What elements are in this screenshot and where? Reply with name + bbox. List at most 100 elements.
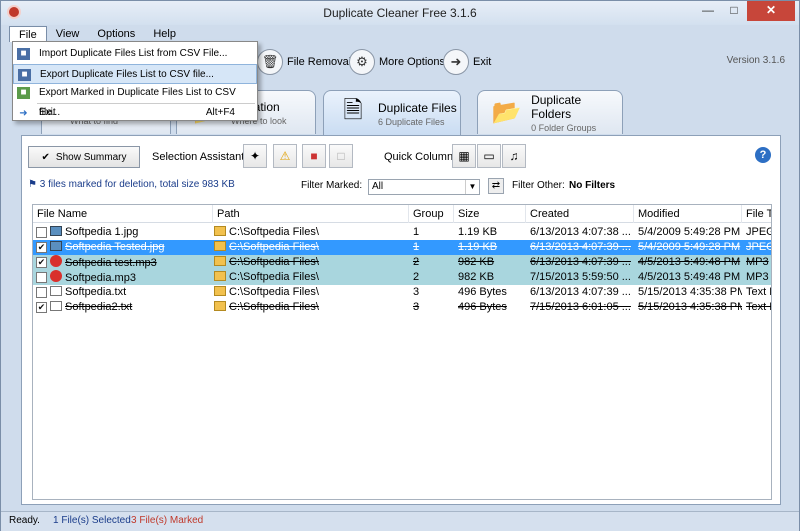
grid-columns-button[interactable]: ▦	[452, 144, 476, 168]
exit-icon: ➜	[19, 108, 28, 119]
column-size[interactable]: Size	[454, 205, 526, 223]
row-checkbox[interactable]	[36, 272, 47, 283]
image-file-icon	[50, 241, 62, 251]
magic-wand-button[interactable]: ✦	[243, 144, 267, 168]
maximize-button[interactable]: □	[721, 1, 747, 21]
save-selection-button[interactable]: □	[329, 144, 353, 168]
duplicate-files-panel: ✔ Show Summary Selection Assistant ✦ ⚠ ■…	[21, 135, 781, 505]
minimize-button[interactable]: —	[695, 1, 721, 21]
grid-header: File Name Path Group Size Created Modifi…	[33, 205, 771, 223]
magic-wand-icon: ✦	[249, 149, 261, 163]
duplicate-files-grid: File Name Path Group Size Created Modifi…	[32, 204, 772, 500]
marked-info: ⚑ 3 files marked for deletion, total siz…	[28, 179, 235, 190]
tab-duplicate-files[interactable]: 🗎 Duplicate Files 6 Duplicate Files	[323, 90, 461, 136]
column-file-name[interactable]: File Name	[33, 205, 213, 223]
row-checkbox[interactable]: ✔	[36, 257, 47, 268]
chevron-down-icon: ▼	[465, 180, 479, 194]
menu-bar: File View Options Help	[9, 26, 185, 42]
column-modified[interactable]: Modified	[634, 205, 742, 223]
warning-button[interactable]: ⚠	[273, 144, 297, 168]
flag-icon: ⚑	[28, 179, 40, 190]
app-window: Duplicate Cleaner Free 3.1.6 — □ ✕ File …	[0, 0, 800, 531]
table-row[interactable]: Softpedia.mp3 C:\Softpedia Files\ 2 982 …	[33, 270, 771, 285]
row-checkbox[interactable]: ✔	[36, 302, 47, 313]
filter-other-value: No Filters	[569, 180, 616, 191]
folder-icon	[214, 226, 226, 236]
export-marked-icon: ■	[17, 87, 30, 99]
music-columns-button[interactable]: ♫	[502, 144, 526, 168]
exit-shortcut: Alt+F4	[205, 107, 235, 118]
folders-icon: 📂	[491, 99, 522, 126]
menu-options[interactable]: Options	[88, 26, 144, 42]
warning-icon: ⚠	[279, 149, 291, 163]
audio-file-icon	[50, 255, 62, 267]
grid-icon: ▦	[458, 149, 470, 163]
column-created[interactable]: Created	[526, 205, 634, 223]
column-file-type[interactable]: File T	[742, 205, 771, 223]
folder-icon	[214, 286, 226, 296]
column-group[interactable]: Group	[409, 205, 454, 223]
mark-button[interactable]: ■	[302, 144, 326, 168]
import-csv-menu-item[interactable]: ■ Import Duplicate Files List from CSV F…	[13, 44, 257, 64]
swap-filter-button[interactable]: ⇄	[488, 178, 504, 194]
swap-icon: ⇄	[491, 180, 501, 191]
window-columns-button[interactable]: ▭	[477, 144, 501, 168]
tab-duplicate-folders[interactable]: 📂 Duplicate Folders 0 Folder Groups	[477, 90, 623, 134]
app-icon	[7, 5, 21, 19]
status-selected: 1 File(s) Selected	[53, 515, 131, 526]
exit-menu-item[interactable]: ➜ Exit Alt+F4	[13, 104, 257, 121]
folder-icon	[214, 301, 226, 311]
filter-marked-label: Filter Marked:	[301, 180, 363, 191]
table-row[interactable]: Softpedia.txt C:\Softpedia Files\ 3 496 …	[33, 285, 771, 300]
text-file-icon	[50, 301, 62, 311]
menu-help[interactable]: Help	[144, 26, 185, 42]
folder-icon	[214, 256, 226, 266]
disk-icon: ■	[17, 48, 30, 60]
window-title: Duplicate Cleaner Free 3.1.6	[323, 6, 477, 20]
table-row[interactable]: ✔ Softpedia2.txt C:\Softpedia Files\ 3 4…	[33, 300, 771, 315]
folder-icon	[214, 241, 226, 251]
export-csv-menu-item[interactable]: ■ Export Duplicate Files List to CSV fil…	[13, 64, 257, 84]
row-checkbox[interactable]	[36, 227, 47, 238]
text-file-icon	[50, 286, 62, 296]
mark-icon: ■	[310, 149, 318, 163]
flag-icon: ✔	[41, 151, 50, 163]
help-button[interactable]: ?	[755, 147, 771, 163]
export-marked-csv-menu-item[interactable]: ■ Export Marked in Duplicate Files List …	[13, 83, 257, 118]
audio-file-icon	[50, 270, 62, 282]
table-row[interactable]: ✔ Softpedia Tested.jpg C:\Softpedia File…	[33, 240, 771, 255]
selection-assistant-label: Selection Assistant	[152, 151, 245, 163]
column-path[interactable]: Path	[213, 205, 409, 223]
image-file-icon	[50, 226, 62, 236]
folder-icon	[214, 271, 226, 281]
window-icon: ▭	[483, 149, 495, 163]
help-icon: ?	[759, 149, 767, 161]
duplicate-files-icon: 🗎	[343, 97, 363, 124]
status-bar: Ready. 1 File(s) Selected 3 File(s) Mark…	[1, 511, 799, 531]
row-checkbox[interactable]	[36, 287, 47, 298]
version-label: Version 3.1.6	[726, 55, 785, 66]
file-removal-button[interactable]: 🗑 File Removal...	[257, 47, 360, 77]
menu-view[interactable]: View	[47, 26, 89, 42]
menu-file[interactable]: File	[9, 26, 47, 42]
disk-icon: ■	[18, 69, 31, 81]
disk-icon: □	[337, 149, 345, 163]
row-checkbox[interactable]: ✔	[36, 242, 47, 253]
music-note-icon: ♫	[509, 149, 519, 163]
close-button[interactable]: ✕	[747, 1, 795, 21]
filter-marked-select[interactable]: All ▼	[368, 179, 480, 195]
status-ready: Ready.	[9, 515, 40, 526]
file-menu-dropdown: ■ Import Duplicate Files List from CSV F…	[12, 41, 258, 121]
more-options-button[interactable]: ⚙ More Options...	[349, 47, 454, 77]
table-row[interactable]: Softpedia 1.jpg C:\Softpedia Files\ 1 1.…	[33, 225, 771, 240]
quick-columns-label: Quick Columns	[384, 151, 459, 163]
title-bar: Duplicate Cleaner Free 3.1.6 — □ ✕	[1, 1, 799, 25]
status-marked: 3 File(s) Marked	[131, 515, 204, 526]
table-row[interactable]: ✔ Softpedia test.mp3 C:\Softpedia Files\…	[33, 255, 771, 270]
show-summary-button[interactable]: ✔ Show Summary	[28, 146, 140, 168]
gear-icon: ⚙	[349, 49, 375, 75]
exit-button[interactable]: ➜ Exit	[443, 47, 491, 77]
trash-icon: 🗑	[257, 49, 283, 75]
exit-icon: ➜	[443, 49, 469, 75]
filter-other-label: Filter Other:	[512, 180, 565, 191]
